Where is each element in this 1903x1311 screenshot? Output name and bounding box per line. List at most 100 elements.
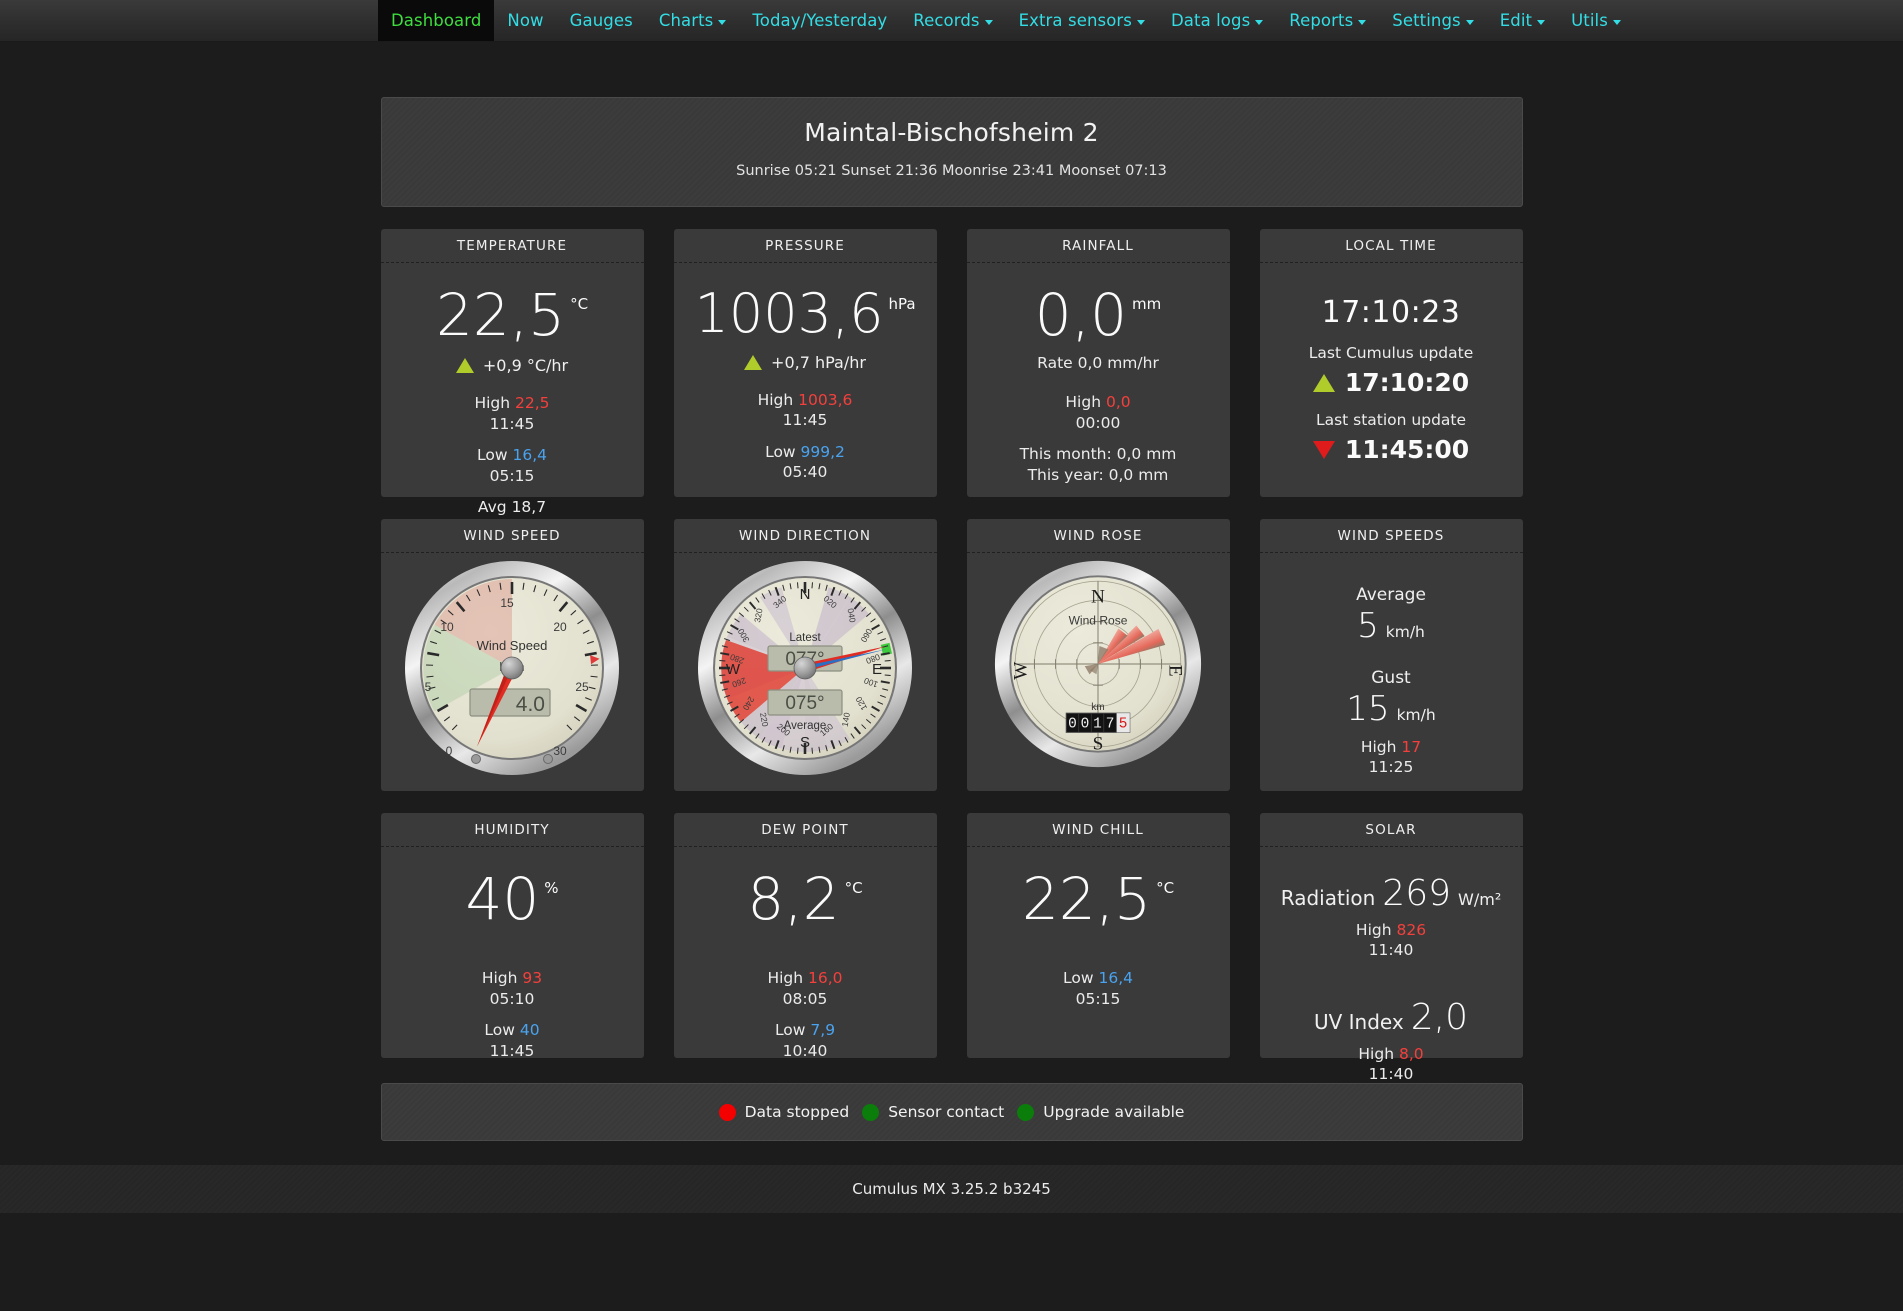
status-item-data-stopped[interactable]: Data stopped bbox=[718, 1103, 850, 1121]
wind-speed-gauge-svg[interactable]: 0 5 10 15 20 25 30 Wind Speed km/h bbox=[403, 559, 621, 777]
panel-title: DEW POINT bbox=[673, 813, 937, 847]
panel-local-time: LOCAL TIME 17:10:23 Last Cumulus update … bbox=[1259, 229, 1523, 497]
high-value: 93 bbox=[522, 969, 543, 988]
gauge-tick-10: 10 bbox=[440, 620, 454, 634]
status-item-sensor-contact[interactable]: Sensor contact bbox=[862, 1103, 1004, 1121]
status-dot-icon bbox=[1017, 1103, 1035, 1121]
nav-item-edit[interactable]: Edit bbox=[1487, 0, 1558, 41]
high-time: 11:25 bbox=[1368, 758, 1414, 777]
gauge-tick-20: 20 bbox=[553, 620, 567, 634]
nav-item-reports[interactable]: Reports bbox=[1276, 0, 1379, 41]
nav-item-dashboard[interactable]: Dashboard bbox=[378, 0, 495, 41]
nav-label: Now bbox=[507, 11, 544, 30]
chevron-down-icon bbox=[1465, 20, 1474, 25]
panel-title: PRESSURE bbox=[673, 229, 937, 263]
wind-average-value: 5 bbox=[1357, 606, 1379, 646]
uv-index-label: UV Index bbox=[1313, 1009, 1404, 1034]
wind-speed-gauge[interactable]: 0 5 10 15 20 25 30 Wind Speed km/h bbox=[381, 553, 644, 777]
temperature-low-row: Low 16,4 05:15 bbox=[381, 445, 644, 486]
wind-rose-svg[interactable]: N S E W Wind Rose km 0 0 1 7 5 bbox=[993, 559, 1203, 769]
page-root: Maintal-Bischofsheim 2 Sunrise 05:21 Sun… bbox=[0, 42, 1903, 1213]
nav-item-utils[interactable]: Utils bbox=[1558, 0, 1634, 41]
nav-item-settings[interactable]: Settings bbox=[1379, 0, 1486, 41]
cardinal-s: S bbox=[1093, 734, 1104, 755]
status-label: Data stopped bbox=[744, 1103, 850, 1121]
rainfall-this-year: This year: 0,0 mm bbox=[1027, 465, 1169, 484]
average-label: Average bbox=[784, 720, 827, 732]
cardinal-e: E bbox=[1164, 665, 1185, 677]
panel-title: HUMIDITY bbox=[380, 813, 644, 847]
trend-up-icon bbox=[455, 358, 474, 374]
high-label: High bbox=[1358, 1044, 1395, 1063]
panel-wind-direction-gauge: WIND DIRECTION N E S W 020 040 060 080 1… bbox=[673, 519, 937, 791]
uv-high-row: High 8,0 11:40 bbox=[1260, 1044, 1523, 1085]
panel-title: WIND DIRECTION bbox=[673, 519, 937, 553]
nav-item-charts[interactable]: Charts bbox=[646, 0, 740, 41]
panel-title: LOCAL TIME bbox=[1259, 229, 1523, 263]
trend-up-icon bbox=[744, 354, 763, 370]
status-bar: Data stopped Sensor contact Upgrade avai… bbox=[380, 1083, 1523, 1141]
low-time: 11:45 bbox=[489, 1041, 535, 1060]
low-label: Low bbox=[765, 442, 796, 461]
rainfall-rate: Rate 0,0 mm/hr bbox=[1037, 354, 1159, 373]
temperature-stats: High 22,5 11:45 Low 16,4 05:15 Avg 18,7 bbox=[381, 393, 644, 517]
nav-label: Settings bbox=[1392, 11, 1461, 30]
wind-direction-gauge[interactable]: N E S W 020 040 060 080 100 120 140 160 … bbox=[674, 553, 937, 777]
high-label: High bbox=[1355, 921, 1392, 939]
chevron-down-icon bbox=[1136, 20, 1145, 25]
nav-label: Edit bbox=[1499, 11, 1533, 30]
low-time: 05:15 bbox=[1075, 989, 1121, 1008]
panel-wind-rose: WIND ROSE N S E W Wind Rose km 0 0 1 7 5 bbox=[966, 519, 1230, 791]
wind-direction-gauge-svg[interactable]: N E S W 020 040 060 080 100 120 140 160 … bbox=[696, 559, 914, 777]
low-label: Low bbox=[774, 1021, 806, 1040]
humidity-unit: % bbox=[544, 879, 559, 897]
nav-label: Charts bbox=[658, 11, 714, 30]
radiation-unit: W/m² bbox=[1458, 890, 1502, 909]
nav-label: Today/Yesterday bbox=[752, 11, 888, 30]
status-item-upgrade-available[interactable]: Upgrade available bbox=[1017, 1103, 1184, 1121]
nav-item-records[interactable]: Records bbox=[900, 0, 1005, 41]
nav-label: Reports bbox=[1289, 11, 1354, 30]
station-header-panel: Maintal-Bischofsheim 2 Sunrise 05:21 Sun… bbox=[380, 97, 1523, 207]
nav-item-now[interactable]: Now bbox=[494, 0, 556, 41]
wind-rose-title: Wind Rose bbox=[1069, 614, 1128, 628]
high-value: 16,0 bbox=[808, 969, 843, 988]
last-cumulus-update-row: 17:10:20 bbox=[1260, 368, 1523, 397]
uv-stats: High 8,0 11:40 bbox=[1260, 1044, 1523, 1085]
panel-title: WIND CHILL bbox=[966, 813, 1230, 847]
gauge-lcd-value: 4.0 bbox=[516, 693, 545, 716]
temperature-value: 22,5 bbox=[435, 281, 566, 349]
wind-rose-gauge[interactable]: N S E W Wind Rose km 0 0 1 7 5 bbox=[967, 553, 1230, 769]
last-station-update-label: Last station update bbox=[1315, 411, 1467, 429]
high-label: High bbox=[1360, 738, 1397, 756]
wind-gust-row: 15 km/h bbox=[1260, 689, 1523, 729]
nav-label: Utils bbox=[1571, 11, 1608, 30]
panel-rainfall: RAINFALL 0,0 mm Rate 0,0 mm/hr High 0,0 … bbox=[966, 229, 1230, 497]
radiation-label: Radiation bbox=[1280, 886, 1376, 910]
humidity-readout: 40 % bbox=[381, 857, 644, 933]
chevron-down-icon bbox=[1255, 20, 1264, 25]
nav-item-data-logs[interactable]: Data logs bbox=[1158, 0, 1276, 41]
temperature-avg-row: Avg 18,7 bbox=[381, 497, 644, 517]
low-value: 16,4 bbox=[512, 446, 547, 465]
humidity-value: 40 bbox=[465, 865, 540, 933]
panel-body: 8,2 °C High 16,0 08:05 Low 7,9 10:40 bbox=[674, 847, 937, 1061]
last-cumulus-update-label: Last Cumulus update bbox=[1308, 344, 1474, 362]
high-time: 11:45 bbox=[489, 414, 535, 433]
temperature-readout: 22,5 °C bbox=[381, 273, 644, 349]
odo-digit-last: 5 bbox=[1119, 717, 1128, 733]
gauge-tick-5: 5 bbox=[425, 680, 432, 694]
last-cumulus-update-time: 17:10:20 bbox=[1344, 368, 1470, 397]
wind-chill-stats: Low 16,4 05:15 bbox=[967, 968, 1230, 1009]
high-value: 1003,6 bbox=[798, 390, 853, 409]
nav-item-extra-sensors[interactable]: Extra sensors bbox=[1006, 0, 1158, 41]
temperature-unit: °C bbox=[570, 295, 589, 313]
panel-body: 1003,6 hPa +0,7 hPa/hr High 1003,6 11:45 bbox=[674, 263, 937, 482]
nav-label: Gauges bbox=[569, 11, 633, 30]
nav-item-gauges[interactable]: Gauges bbox=[557, 0, 646, 41]
nav-item-today-yesterday[interactable]: Today/Yesterday bbox=[739, 0, 900, 41]
avg-label: Avg bbox=[477, 498, 507, 517]
status-dot-icon bbox=[718, 1103, 736, 1121]
cardinal-n: N bbox=[1091, 586, 1105, 607]
nav-label: Data logs bbox=[1170, 11, 1251, 30]
